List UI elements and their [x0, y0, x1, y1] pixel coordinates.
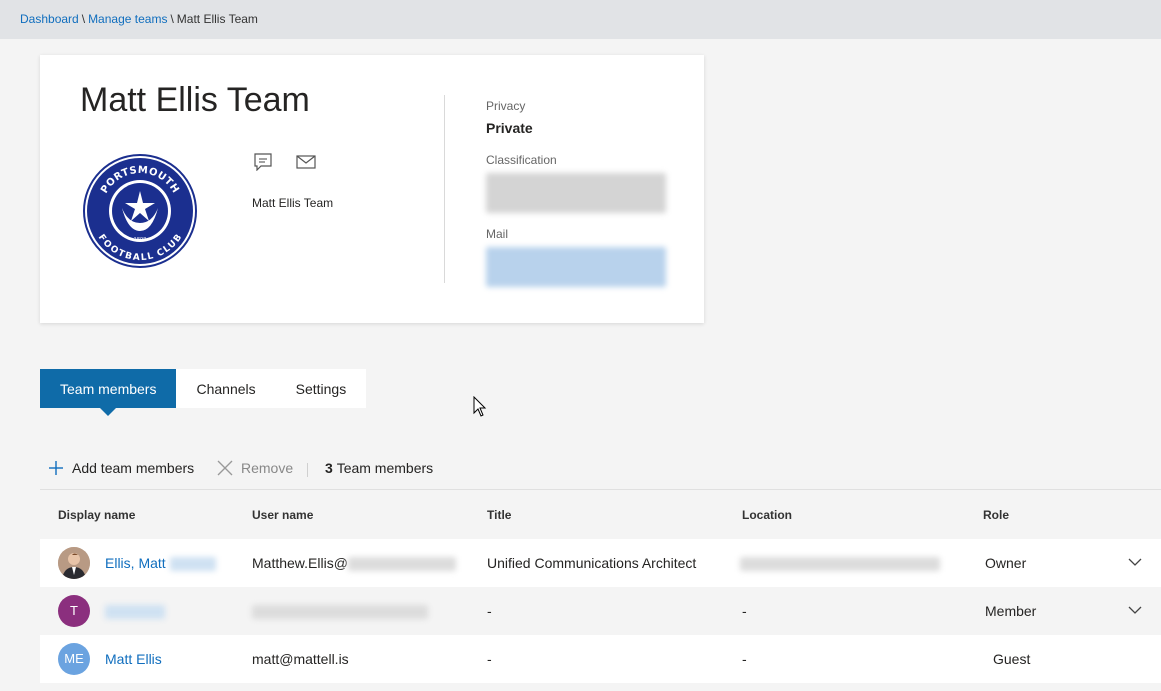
toolbar-separator [307, 463, 308, 477]
mouse-cursor-icon [473, 396, 487, 417]
mail-section: Mail [486, 227, 666, 287]
chevron-down-icon[interactable] [1128, 557, 1142, 567]
team-logo: PORTSMOUTH FOOTBALL CLUB 1898 [83, 154, 197, 268]
classification-label: Classification [486, 153, 557, 167]
add-team-members-label: Add team members [72, 460, 195, 476]
privacy-section: Privacy Private [486, 99, 533, 136]
breadcrumb-separator: \ [170, 12, 174, 26]
redacted-text [169, 557, 216, 572]
column-header-title[interactable]: Title [487, 508, 511, 522]
member-display-name[interactable]: Matt Ellis [105, 635, 162, 683]
member-count: 3 Team members [325, 460, 433, 476]
members-toolbar: Add team members Remove 3 Team members [40, 452, 1161, 490]
page-title: Matt Ellis Team [80, 81, 310, 119]
member-user-name-redacted [252, 605, 428, 620]
mail-icon[interactable] [295, 153, 317, 171]
avatar: ME [58, 643, 90, 675]
member-display-name-redacted[interactable] [105, 605, 165, 620]
tab-team-members[interactable]: Team members [40, 369, 177, 416]
member-location-redacted [740, 557, 940, 572]
member-user-name: Matthew.Ellis@ [252, 555, 348, 571]
privacy-label: Privacy [486, 99, 526, 113]
redacted-text [347, 557, 456, 572]
column-header-role[interactable]: Role [983, 508, 1009, 522]
member-display-name[interactable]: Ellis, Matt [105, 555, 166, 571]
mail-value-redacted[interactable] [486, 247, 666, 287]
member-title: Unified Communications Architect [487, 555, 697, 571]
table-row[interactable]: T - - Member [40, 587, 1161, 635]
table-row[interactable]: Ellis, Matt Matthew.Ellis@ Unified Commu… [40, 539, 1161, 587]
member-location: - [742, 603, 747, 619]
member-count-number: 3 [325, 460, 333, 476]
breadcrumb-manage-teams-link[interactable]: Manage teams [88, 12, 167, 26]
member-role: Guest [993, 651, 1031, 667]
conversation-icon[interactable] [252, 153, 274, 171]
member-count-label: Team members [336, 460, 434, 476]
column-header-user-name[interactable]: User name [252, 508, 313, 522]
team-card: Matt Ellis Team PORTSMOUTH FOOTBALL CLUB… [40, 55, 704, 323]
tab-channels[interactable]: Channels [176, 369, 275, 408]
remove-button[interactable]: Remove [217, 460, 293, 476]
breadcrumb-current: Matt Ellis Team [176, 12, 258, 26]
member-role[interactable]: Member [985, 587, 1036, 635]
classification-value-redacted [486, 173, 666, 213]
close-icon [217, 460, 233, 476]
add-team-members-button[interactable]: Add team members [48, 460, 194, 476]
breadcrumb-dashboard-link[interactable]: Dashboard [20, 12, 79, 26]
member-role[interactable]: Owner [985, 539, 1026, 587]
top-bar: Dashboard \ Manage teams \ Matt Ellis Team [0, 0, 1161, 39]
avatar: T [58, 595, 90, 627]
mail-label: Mail [486, 227, 509, 241]
remove-label: Remove [241, 460, 294, 476]
team-display-name: Matt Ellis Team [252, 196, 334, 210]
plus-icon [49, 461, 63, 475]
classification-section: Classification [486, 153, 666, 213]
member-location: - [742, 651, 747, 667]
table-row[interactable]: ME Matt Ellis matt@mattell.is - - Guest [40, 635, 1161, 683]
privacy-value: Private [486, 120, 533, 136]
card-divider [444, 95, 445, 283]
user-photo [58, 547, 90, 579]
column-header-location[interactable]: Location [742, 508, 792, 522]
tab-settings[interactable]: Settings [276, 369, 367, 408]
tab-bar: Team members Channels Settings [40, 369, 367, 416]
member-title: - [487, 603, 492, 619]
avatar [58, 547, 90, 579]
member-user-name: matt@mattell.is [252, 651, 349, 667]
breadcrumb: Dashboard \ Manage teams \ Matt Ellis Team [20, 12, 258, 26]
chevron-down-icon[interactable] [1128, 605, 1142, 615]
logo-year: 1898 [134, 237, 147, 243]
breadcrumb-separator: \ [81, 12, 86, 26]
column-header-display-name[interactable]: Display name [58, 508, 135, 522]
member-title: - [487, 651, 492, 667]
